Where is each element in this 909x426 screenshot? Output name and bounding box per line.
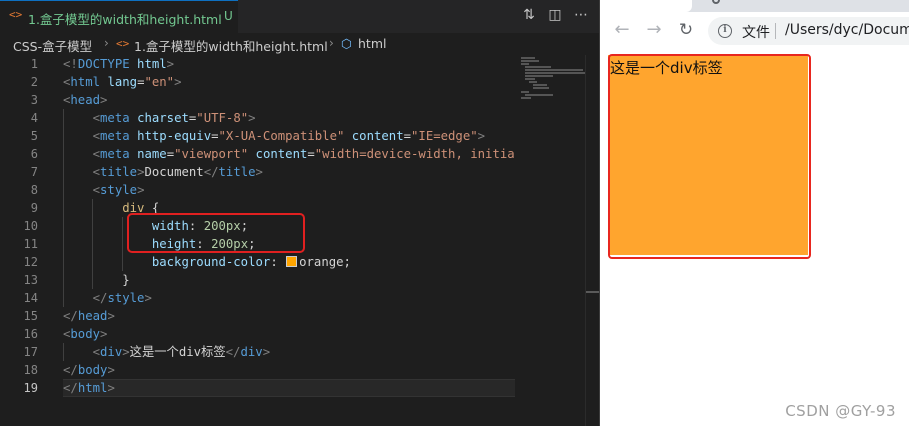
line-number: 9 — [30, 201, 38, 215]
source-control-compare-icon[interactable]: ⇅ — [521, 6, 537, 24]
chevron-right-icon: › — [104, 36, 109, 50]
line-number: 6 — [30, 147, 38, 161]
code-line: <div>这是一个div标签</div> — [63, 343, 515, 361]
address-bar[interactable]: i 文件 /Users/dyc/Docum — [708, 17, 909, 45]
code-line-current: </html> — [63, 379, 515, 397]
page-viewport: 这是一个div标签 CSDN @GY-93 — [600, 50, 909, 426]
untracked-status-badge: U — [224, 9, 233, 23]
browser-tab-strip — [600, 0, 909, 12]
forward-arrow-icon[interactable]: → — [644, 20, 664, 40]
line-number: 13 — [23, 273, 38, 287]
annotation-outline-box — [608, 54, 811, 259]
code-line: <meta http-equiv="X-UA-Compatible" conte… — [63, 127, 515, 145]
breadcrumb-folder[interactable]: CSS-盒子模型 — [13, 36, 92, 55]
line-number-gutter: 1 2 3 4 5 6 7 8 9 10 11 12 13 14 15 16 1… — [0, 55, 46, 397]
code-line: <head> — [63, 93, 108, 107]
symbol-cube-icon: ⬡ — [341, 36, 352, 51]
code-line: <meta charset="UTF-8"> — [63, 109, 515, 127]
line-number: 15 — [23, 309, 38, 323]
more-actions-icon[interactable]: ⋯ — [573, 6, 589, 24]
omnibox-divider — [775, 23, 776, 39]
line-number: 12 — [23, 255, 38, 269]
code-line: <style> — [63, 181, 515, 199]
code-line: } — [63, 271, 515, 289]
code-editor: <> 1.盒子模型的width和height.html U ⇅ ◫ ⋯ CSS-… — [0, 0, 600, 426]
code-line: <title>Document</title> — [63, 163, 515, 181]
browser-toolbar: ← → ↻ i 文件 /Users/dyc/Docum — [600, 12, 909, 51]
csdn-watermark: CSDN @GY-93 — [785, 402, 896, 420]
tab-favicon-icon — [712, 0, 720, 4]
line-number: 2 — [30, 75, 38, 89]
code-line: </body> — [63, 363, 115, 377]
breadcrumb-file[interactable]: 1.盒子模型的width和height.html — [134, 36, 328, 55]
breadcrumb-symbol[interactable]: html — [358, 36, 386, 51]
line-number: 3 — [30, 93, 38, 107]
line-number: 1 — [30, 57, 38, 71]
editor-tab-title[interactable]: 1.盒子模型的width和height.html — [28, 9, 222, 28]
annotation-highlight-box — [127, 213, 305, 253]
code-line: <!DOCTYPE html> — [63, 57, 175, 71]
html-file-icon: <> — [116, 37, 130, 50]
browser-tab[interactable] — [600, 0, 692, 12]
code-line: <html lang="en"> — [63, 75, 182, 89]
info-icon[interactable]: i — [718, 24, 732, 38]
code-line: <body> — [63, 327, 108, 341]
editor-actions: ⇅ ◫ ⋯ — [521, 6, 589, 24]
line-number: 10 — [23, 219, 38, 233]
line-number: 14 — [23, 291, 38, 305]
line-number: 17 — [23, 345, 38, 359]
url-text[interactable]: /Users/dyc/Docum — [785, 22, 909, 38]
line-number: 8 — [30, 183, 38, 197]
color-swatch-icon[interactable] — [286, 256, 298, 267]
code-line: background-color: orange; — [63, 253, 515, 271]
line-number-current: 19 — [23, 381, 38, 395]
file-scheme-label: 文件 — [742, 25, 770, 41]
line-number: 7 — [30, 165, 38, 179]
editor-scrollbar[interactable] — [585, 55, 600, 426]
line-number: 11 — [23, 237, 38, 251]
code-line: </style> — [63, 289, 515, 307]
minimap[interactable] — [515, 55, 585, 100]
back-arrow-icon[interactable]: ← — [612, 20, 632, 40]
line-number: 18 — [23, 363, 38, 377]
line-number: 4 — [30, 111, 38, 125]
line-number: 5 — [30, 129, 38, 143]
editor-tab-active[interactable]: <> 1.盒子模型的width和height.html U — [0, 0, 238, 33]
code-line: </head> — [63, 309, 115, 323]
split-editor-icon[interactable]: ◫ — [547, 6, 563, 24]
code-line: <meta name="viewport" content="width=dev… — [63, 145, 515, 163]
line-number: 16 — [23, 327, 38, 341]
html-file-icon: <> — [9, 8, 23, 21]
chevron-right-icon: › — [329, 36, 334, 50]
browser-window: ← → ↻ i 文件 /Users/dyc/Docum 这是一个div标签 CS… — [599, 0, 909, 426]
editor-tab-bar: <> 1.盒子模型的width和height.html U ⇅ ◫ ⋯ — [0, 0, 599, 33]
breadcrumb: CSS-盒子模型 › <> 1.盒子模型的width和height.html ›… — [0, 33, 599, 55]
reload-icon[interactable]: ↻ — [676, 20, 696, 40]
